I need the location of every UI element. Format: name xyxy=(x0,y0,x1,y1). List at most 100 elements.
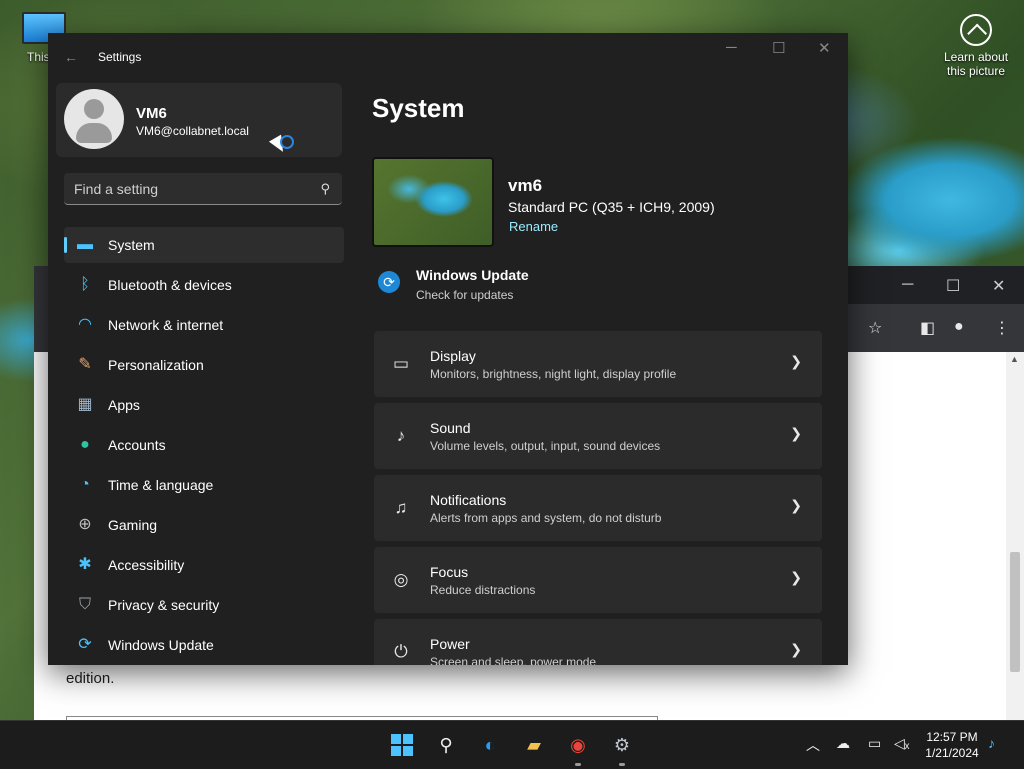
search-icon[interactable]: ⚲ xyxy=(320,181,330,197)
nav-item-gaming[interactable]: ⊕ Gaming xyxy=(64,507,344,543)
clock-time: 12:57 PM xyxy=(926,730,978,744)
nav-item-accessibility[interactable]: ✱ Accessibility xyxy=(64,547,344,583)
settings-nav: ▬ System ᛒ Bluetooth & devices ◠ Network… xyxy=(64,227,344,665)
nav-label: Network & internet xyxy=(108,317,224,333)
nav-item-accounts[interactable]: ● Accounts xyxy=(64,427,344,463)
globe-clock-icon: ◔ xyxy=(80,476,90,493)
find-setting-search[interactable]: Find a setting ⚲ xyxy=(64,173,342,205)
update-icon: ⟳ xyxy=(378,271,400,293)
card-title: Sound xyxy=(430,420,471,436)
card-notifications[interactable]: ♫ Notifications Alerts from apps and sys… xyxy=(374,475,822,541)
settings-running-indicator xyxy=(619,763,625,766)
user-profile-card[interactable]: VM6 VM6@collabnet.local xyxy=(56,83,342,157)
wifi-icon: ◠ xyxy=(78,316,92,333)
settings-icon[interactable]: ⚙ xyxy=(608,731,636,759)
notification-bell-icon[interactable]: ♪ xyxy=(988,735,995,751)
scrollbar-thumb[interactable] xyxy=(1010,552,1020,672)
minimize-icon[interactable]: ─ xyxy=(902,276,913,294)
brush-icon: ✎ xyxy=(78,356,92,373)
nav-label: System xyxy=(108,237,155,253)
browser-scrollbar[interactable]: ▲ xyxy=(1006,352,1024,720)
file-explorer-icon[interactable]: ▰ xyxy=(520,731,548,759)
browser-titlebar: ─ ☐ ✕ xyxy=(848,266,1024,304)
taskbar-clock[interactable]: 12:57 PM 1/21/2024 xyxy=(918,729,986,761)
card-power[interactable]: ⏻ Power Screen and sleep, power mode ❯ xyxy=(374,619,822,665)
volume-muted-icon[interactable]: ◁ₓ xyxy=(894,735,909,752)
network-display-icon[interactable]: ▭ xyxy=(868,735,881,752)
close-icon[interactable]: ✕ xyxy=(818,39,831,57)
camera-location-icon xyxy=(960,14,992,46)
nav-label: Apps xyxy=(108,397,140,413)
apps-icon: ▦ xyxy=(77,396,93,413)
show-hidden-icons-chevron-up-icon[interactable]: ︿ xyxy=(806,735,820,755)
back-arrow-icon[interactable]: ← xyxy=(64,49,78,65)
bluetooth-icon: ᛒ xyxy=(80,276,90,293)
accessibility-icon: ✱ xyxy=(78,556,92,573)
settings-window: ← Settings ─ ☐ ✕ VM6 VM6@collabnet.local… xyxy=(48,33,848,665)
nav-item-time-language[interactable]: ◔ Time & language xyxy=(64,467,344,503)
busy-spinner-icon xyxy=(280,135,294,149)
clock-date: 1/21/2024 xyxy=(925,746,979,760)
learn-about-picture[interactable]: Learn about this picture xyxy=(936,14,1016,78)
maximize-icon[interactable]: ☐ xyxy=(946,276,960,296)
nav-label: Gaming xyxy=(108,517,158,533)
chrome-running-indicator xyxy=(575,763,581,766)
user-name: VM6 xyxy=(136,105,167,122)
card-subtitle: Monitors, brightness, night light, displ… xyxy=(430,367,677,381)
rename-link[interactable]: Rename xyxy=(509,219,558,234)
learn-about-picture-label: Learn about this picture xyxy=(943,50,1009,78)
search-icon[interactable]: ⚲ xyxy=(432,731,460,759)
chevron-right-icon: ❯ xyxy=(790,641,802,657)
more-menu-icon[interactable]: ⋮ xyxy=(994,318,1010,338)
settings-cards: ▭ Display Monitors, brightness, night li… xyxy=(374,331,822,665)
page-text: edition. xyxy=(66,670,115,687)
start-icon[interactable] xyxy=(388,731,416,759)
windows-update-shortcut[interactable]: ⟳ Windows Update Check for updates xyxy=(372,263,672,311)
card-title: Power xyxy=(430,636,470,652)
nav-item-windows-update[interactable]: ⟳ Windows Update xyxy=(64,627,344,663)
card-title: Notifications xyxy=(430,492,507,508)
nav-item-network[interactable]: ◠ Network & internet xyxy=(64,307,344,343)
bookmark-star-icon[interactable]: ☆ xyxy=(868,318,882,338)
person-icon: ● xyxy=(80,436,90,453)
nav-item-personalization[interactable]: ✎ Personalization xyxy=(64,347,344,383)
speaker-icon: ♪ xyxy=(396,426,406,445)
nav-item-system[interactable]: ▬ System xyxy=(64,227,344,263)
taskbar: ⚲ ◐ ▰ ◉ ⚙ ︿ ☁ ▭ ◁ₓ 12:57 PM 1/21/2024 ♪ xyxy=(0,720,1024,769)
minimize-icon[interactable]: ─ xyxy=(726,39,737,56)
chrome-icon[interactable]: ◉ xyxy=(564,731,592,759)
shield-icon: ⛉ xyxy=(78,596,91,613)
display-icon: ▭ xyxy=(392,354,410,373)
power-icon: ⏻ xyxy=(394,642,408,661)
nav-label: Accounts xyxy=(108,437,166,453)
chevron-right-icon: ❯ xyxy=(790,569,802,585)
page-title: System xyxy=(372,93,465,123)
maximize-icon[interactable]: ☐ xyxy=(772,39,785,57)
profile-icon[interactable]: ● xyxy=(954,318,964,336)
nav-item-privacy[interactable]: ⛉ Privacy & security xyxy=(64,587,344,623)
onedrive-cloud-icon[interactable]: ☁ xyxy=(836,735,850,752)
card-subtitle: Alerts from apps and system, do not dist… xyxy=(430,511,662,525)
update-icon: ⟳ xyxy=(78,636,92,653)
chevron-right-icon: ❯ xyxy=(790,425,802,441)
nav-item-bluetooth[interactable]: ᛒ Bluetooth & devices xyxy=(64,267,344,303)
card-display[interactable]: ▭ Display Monitors, brightness, night li… xyxy=(374,331,822,397)
close-icon[interactable]: ✕ xyxy=(992,276,1005,296)
scroll-up-icon[interactable]: ▲ xyxy=(1010,354,1019,364)
card-sound[interactable]: ♪ Sound Volume levels, output, input, so… xyxy=(374,403,822,469)
side-panel-icon[interactable]: ◧ xyxy=(920,318,935,338)
user-email: VM6@collabnet.local xyxy=(136,124,249,138)
browser-toolbar: ☆ ◧ ● ⋮ xyxy=(848,304,1024,352)
edge-dev-icon[interactable]: ◐ xyxy=(476,731,504,759)
focus-icon: ◎ xyxy=(393,570,409,589)
nav-label: Privacy & security xyxy=(108,597,220,613)
chevron-right-icon: ❯ xyxy=(790,353,802,369)
device-wallpaper-thumbnail xyxy=(372,157,494,247)
nav-item-apps[interactable]: ▦ Apps xyxy=(64,387,344,423)
card-subtitle: Reduce distractions xyxy=(430,583,536,597)
card-focus[interactable]: ◎ Focus Reduce distractions ❯ xyxy=(374,547,822,613)
card-title: Focus xyxy=(430,564,469,580)
windows-update-subtitle: Check for updates xyxy=(416,288,514,302)
bell-icon: ♫ xyxy=(394,498,408,517)
nav-label: Accessibility xyxy=(108,557,185,573)
